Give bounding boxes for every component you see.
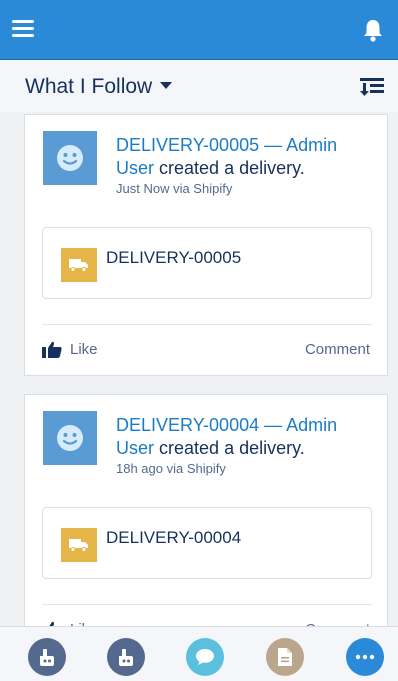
document-button[interactable] (266, 638, 304, 676)
feed-action-button[interactable] (107, 638, 145, 676)
record-card[interactable]: DELIVERY-00005 (42, 227, 372, 299)
bottom-nav (0, 626, 398, 681)
comment-button[interactable]: Comment (305, 341, 370, 358)
feed-post: DELIVERY-00004 — Admin User created a de… (24, 394, 388, 656)
like-label: Like (70, 341, 98, 358)
record-link[interactable]: DELIVERY-00004 (116, 415, 259, 435)
divider (42, 604, 372, 605)
post-text: DELIVERY-00004 — Admin User created a de… (116, 414, 376, 460)
smiley-icon (57, 145, 83, 171)
more-icon (355, 654, 375, 660)
divider (42, 324, 372, 325)
record-name: DELIVERY-00005 (106, 248, 242, 267)
post-text: DELIVERY-00005 — Admin User created a de… (116, 134, 376, 180)
feed-title: What I Follow (25, 75, 153, 98)
truck-icon (61, 528, 97, 562)
avatar[interactable] (43, 131, 97, 185)
post-action: created a delivery. (159, 158, 305, 178)
post-meta: Just Now via Shipify (116, 181, 233, 196)
post-meta: 18h ago via Shipify (116, 461, 226, 476)
feed-action-button[interactable] (28, 638, 66, 676)
chat-icon (196, 649, 214, 665)
feed-action-icon (119, 649, 133, 666)
separator: — (264, 415, 283, 435)
bell-icon[interactable] (362, 18, 384, 42)
like-button[interactable]: Like (42, 341, 98, 358)
record-name: DELIVERY-00004 (106, 528, 242, 547)
feed-header: What I Follow (0, 60, 398, 112)
more-button[interactable] (346, 638, 384, 676)
avatar[interactable] (43, 411, 97, 465)
feed-action-icon (40, 649, 54, 666)
top-bar (0, 0, 398, 60)
record-link[interactable]: DELIVERY-00005 (116, 135, 259, 155)
document-icon (278, 648, 292, 666)
chat-button[interactable] (186, 638, 224, 676)
hamburger-icon[interactable] (12, 20, 34, 38)
sort-icon[interactable] (360, 78, 384, 96)
smiley-icon (57, 425, 83, 451)
separator: — (264, 135, 283, 155)
thumbs-up-icon (42, 341, 62, 358)
truck-icon (61, 248, 97, 282)
record-card[interactable]: DELIVERY-00004 (42, 507, 372, 579)
caret-down-icon (160, 81, 173, 89)
feed-post: DELIVERY-00005 — Admin User created a de… (24, 114, 388, 376)
post-action: created a delivery. (159, 438, 305, 458)
feed-filter-dropdown[interactable]: What I Follow (25, 75, 173, 99)
